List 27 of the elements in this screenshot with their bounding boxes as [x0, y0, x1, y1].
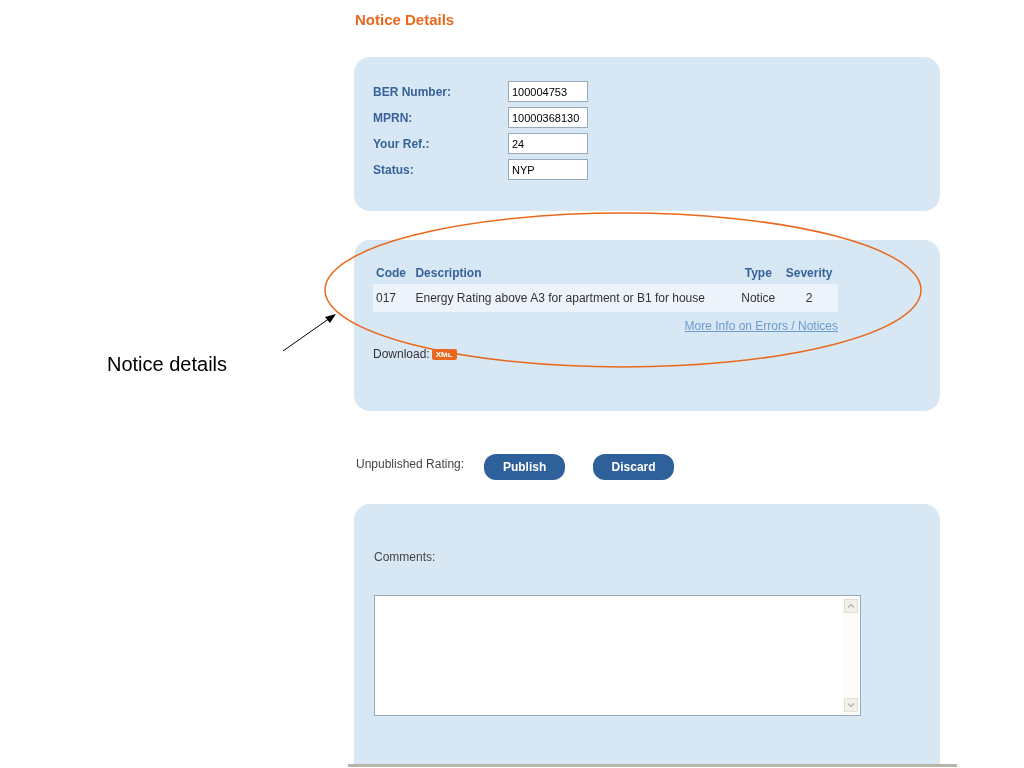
- field-label: Your Ref.:: [373, 136, 431, 151]
- table-cell: Energy Rating above A3 for apartment or B1 for house: [412, 284, 737, 312]
- field-label: BER Number:: [373, 84, 452, 99]
- input-field[interactable]: 24: [508, 133, 588, 154]
- action-button[interactable]: Discard: [593, 454, 675, 480]
- input-field[interactable]: 100004753: [508, 81, 588, 102]
- field-label: Status:: [373, 162, 415, 177]
- action-button[interactable]: Publish: [484, 454, 566, 480]
- download-label: Download:: [373, 347, 430, 361]
- input-field[interactable]: 10000368130: [508, 107, 588, 128]
- scroll-down-icon[interactable]: [843, 698, 858, 712]
- callout-label: Notice details: [107, 353, 229, 376]
- table-cell: 2: [780, 284, 838, 312]
- column-header: Type: [736, 262, 781, 284]
- column-header: Code: [373, 262, 413, 284]
- field-label: MPRN:: [373, 110, 414, 125]
- page-heading: Notice Details: [355, 10, 456, 30]
- comments-label: Comments:: [374, 550, 437, 564]
- table-cell: Notice: [736, 284, 781, 312]
- input-field[interactable]: NYP: [508, 159, 588, 180]
- table-cell: 017: [373, 284, 413, 312]
- column-header: Description: [412, 262, 737, 284]
- column-header: Severity: [780, 262, 838, 284]
- scroll-up-icon[interactable]: [843, 599, 858, 613]
- pointer-arrow: [282, 314, 336, 352]
- rating-label: Unpublished Rating:: [356, 457, 465, 471]
- comments-field[interactable]: [374, 595, 861, 716]
